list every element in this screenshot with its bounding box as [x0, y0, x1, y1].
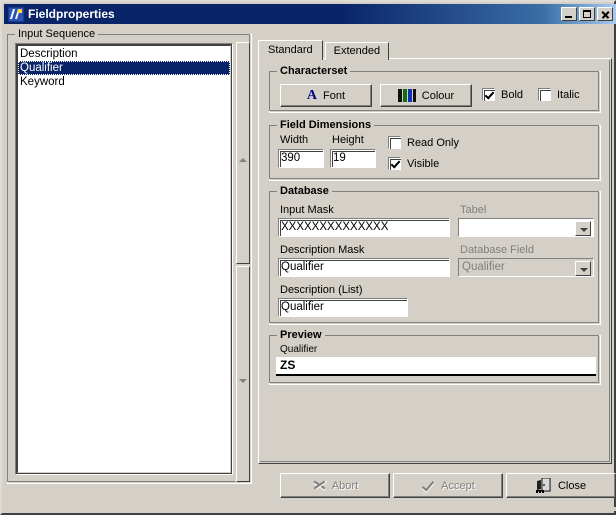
- visible-checkbox[interactable]: Visible: [388, 157, 439, 170]
- list-item[interactable]: Qualifier: [18, 61, 230, 75]
- width-input[interactable]: 390: [278, 149, 324, 168]
- checkbox-box: [482, 88, 495, 101]
- exit-door-icon: [535, 477, 552, 493]
- splitter-scroll-up[interactable]: [236, 42, 250, 264]
- characterset-group: Characterset A Font Colour Bold Italic: [269, 65, 601, 113]
- tab-extended[interactable]: Extended: [324, 42, 390, 60]
- font-button[interactable]: A Font: [280, 84, 372, 107]
- checkbox-box: [538, 88, 551, 101]
- accept-button-label: Accept: [441, 479, 475, 492]
- status-bar: [4, 507, 616, 511]
- height-input[interactable]: 19: [330, 149, 376, 168]
- tabel-combobox[interactable]: [458, 218, 594, 237]
- window-controls: [561, 7, 613, 21]
- database-field-combobox[interactable]: Qualifier: [458, 258, 594, 277]
- bold-checkbox-label: Bold: [501, 88, 524, 101]
- splitter-scroll-down[interactable]: [236, 266, 250, 482]
- list-item[interactable]: Description: [18, 47, 230, 61]
- accept-button[interactable]: Accept: [393, 473, 503, 498]
- tabel-label: Tabel: [460, 204, 487, 216]
- maximize-button[interactable]: [579, 7, 595, 21]
- font-letter-icon: A: [306, 87, 318, 103]
- preview-field-label: Qualifier: [280, 344, 318, 355]
- visible-checkbox-label: Visible: [407, 157, 440, 170]
- description-list-input[interactable]: Qualifier: [278, 298, 408, 317]
- abort-button-label: Abort: [331, 479, 359, 492]
- italic-checkbox[interactable]: Italic: [538, 88, 580, 101]
- database-group: Database Input Mask XXXXXXXXXXXXXX Tabel…: [269, 185, 601, 325]
- database-field-label: Database Field: [460, 244, 534, 256]
- checkbox-box: [388, 136, 401, 149]
- italic-checkbox-label: Italic: [557, 88, 580, 101]
- app-icon: [8, 6, 24, 22]
- panel-splitter[interactable]: [235, 42, 251, 482]
- description-list-label: Description (List): [280, 284, 363, 296]
- abort-button[interactable]: Abort: [280, 473, 390, 498]
- chevron-up-icon: [239, 158, 247, 162]
- characterset-group-label: Characterset: [277, 65, 351, 77]
- close-button-label: Close: [557, 479, 587, 492]
- minimize-button[interactable]: [561, 7, 577, 21]
- width-label: Width: [280, 134, 309, 146]
- colour-button[interactable]: Colour: [380, 84, 472, 107]
- window-title: Fieldproperties: [28, 7, 115, 21]
- read-only-checkbox[interactable]: Read Only: [388, 136, 459, 149]
- fieldproperties-window: Fieldproperties Input Sequence Descripti…: [0, 0, 616, 515]
- preview-group: Preview Qualifier ZS: [269, 329, 601, 385]
- close-button[interactable]: [597, 7, 613, 21]
- chevron-down-icon[interactable]: [575, 261, 591, 276]
- database-field-combobox-value: Qualifier: [462, 261, 505, 273]
- input-sequence-group-label: Input Sequence: [15, 28, 99, 40]
- input-mask-label: Input Mask: [280, 204, 334, 216]
- list-item[interactable]: Keyword: [18, 75, 230, 89]
- abort-x-icon: [312, 479, 326, 492]
- description-mask-input[interactable]: Qualifier: [278, 258, 450, 277]
- bold-checkbox[interactable]: Bold: [482, 88, 523, 101]
- input-mask-input[interactable]: XXXXXXXXXXXXXX: [278, 218, 450, 237]
- tab-standard[interactable]: Standard: [258, 40, 323, 60]
- close-dialog-button[interactable]: Close: [506, 473, 616, 498]
- checkbox-box: [388, 157, 401, 170]
- preview-field-value: ZS: [276, 357, 596, 376]
- accept-check-icon: [421, 478, 435, 492]
- description-mask-label: Description Mask: [280, 244, 365, 256]
- read-only-checkbox-label: Read Only: [407, 136, 459, 149]
- field-dimensions-group: Field Dimensions Width 390 Height 19 Rea…: [269, 119, 601, 181]
- colour-palette-icon: [397, 89, 416, 102]
- input-sequence-group: Input Sequence Description Qualifier Key…: [7, 28, 252, 484]
- colour-button-label: Colour: [421, 89, 455, 102]
- chevron-down-icon: [239, 379, 247, 383]
- title-bar[interactable]: Fieldproperties: [4, 4, 616, 24]
- height-label: Height: [332, 134, 364, 146]
- tab-strip: Standard Extended: [258, 40, 612, 60]
- tab-page-standard: Characterset A Font Colour Bold Italic F…: [258, 58, 612, 464]
- field-dimensions-group-label: Field Dimensions: [277, 119, 375, 131]
- chevron-down-icon[interactable]: [575, 221, 591, 236]
- input-sequence-listbox[interactable]: Description Qualifier Keyword: [15, 43, 233, 475]
- preview-group-label: Preview: [277, 329, 325, 341]
- font-button-label: Font: [323, 89, 346, 102]
- database-group-label: Database: [277, 185, 332, 197]
